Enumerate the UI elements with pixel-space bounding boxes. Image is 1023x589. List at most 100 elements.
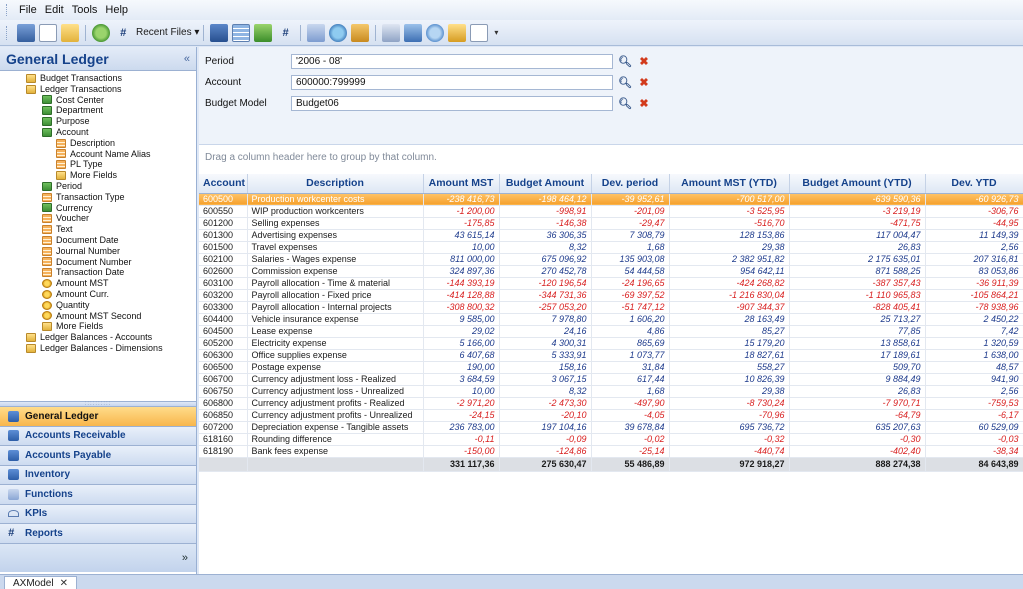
tree-item[interactable]: Transaction Date — [0, 267, 196, 278]
tree-icon[interactable] — [254, 23, 273, 42]
nav-button-inventory[interactable]: Inventory — [0, 465, 196, 485]
tree-item[interactable]: More Fields — [0, 321, 196, 332]
document-tab[interactable]: AXModel ✕ — [4, 576, 77, 589]
chart-icon[interactable] — [307, 23, 326, 42]
settings-icon[interactable] — [92, 23, 110, 42]
save-icon[interactable] — [210, 23, 229, 42]
table-row[interactable]: 618160 Rounding difference -0,11 -0,09 -0,02… — [199, 433, 1023, 446]
clear-icon[interactable]: ✖ — [637, 96, 651, 110]
tree-item[interactable]: Purpose — [0, 116, 196, 127]
tree-item[interactable]: Ledger Transactions — [0, 84, 196, 95]
column-header[interactable]: Dev. YTD — [925, 174, 1023, 194]
table-row[interactable]: 605200 Electricity expense 5 166,00 4 300,3… — [199, 337, 1023, 350]
budget-model-input[interactable]: Budget06 — [291, 95, 613, 111]
tree-item[interactable]: Amount Curr. — [0, 289, 196, 300]
tree-item[interactable]: Quantity — [0, 300, 196, 311]
table-row[interactable]: 600550 WIP production workcenters -1 200,0… — [199, 205, 1023, 218]
table-row[interactable]: 606700 Currency adjustment loss - Realize… — [199, 373, 1023, 386]
search-icon[interactable]: 🔍︎ — [618, 75, 632, 89]
tree-item[interactable]: Voucher — [0, 213, 196, 224]
tree-item[interactable]: Account — [0, 127, 196, 138]
column-header[interactable]: Budget Amount (YTD) — [789, 174, 926, 194]
table-row[interactable]: 607200 Depreciation expense - Tangible as… — [199, 421, 1023, 434]
key-icon[interactable] — [448, 23, 467, 42]
table-row[interactable]: 606850 Currency adjustment profits - Unre… — [199, 409, 1023, 422]
tree-item[interactable]: Amount MST — [0, 278, 196, 289]
menu-help[interactable]: Help — [101, 4, 132, 16]
tree-item[interactable]: More Fields — [0, 170, 196, 181]
table-row[interactable]: 602600 Commission expense 324 897,36 270 45… — [199, 265, 1023, 278]
table-row[interactable]: 603100 Payroll allocation - Time & materi… — [199, 277, 1023, 290]
tree-item[interactable]: Journal Number — [0, 246, 196, 257]
close-tab-icon[interactable]: ✕ — [60, 578, 68, 589]
table-row[interactable]: 602100 Salaries - Wages expense 811 000,00… — [199, 253, 1023, 266]
table-row[interactable]: 603300 Payroll allocation - Internal proj… — [199, 301, 1023, 314]
tree-item[interactable]: Currency — [0, 203, 196, 214]
tree-item[interactable]: Document Number — [0, 257, 196, 268]
tree-item[interactable]: Text — [0, 224, 196, 235]
recent-files-dropdown[interactable]: Recent Files ▾ — [136, 27, 199, 38]
model-icon[interactable] — [17, 23, 35, 42]
tree-item[interactable]: Description — [0, 138, 196, 149]
table-row[interactable]: 618190 Bank fees expense -150,00 -124,86 -25… — [199, 445, 1023, 458]
menu-file[interactable]: File — [15, 4, 41, 16]
report-hash-icon[interactable]: # — [114, 24, 132, 42]
tree-item[interactable]: Department — [0, 105, 196, 116]
help-doc-icon[interactable] — [470, 23, 489, 42]
period-input[interactable]: '2006 - 08' — [291, 53, 613, 69]
export-icon[interactable] — [351, 23, 370, 42]
tree-item[interactable]: PL Type — [0, 159, 196, 170]
menu-edit[interactable]: Edit — [41, 4, 68, 16]
calculator-icon[interactable] — [382, 23, 401, 42]
table-row[interactable]: 604400 Vehicle insurance expense 9 585,00 7… — [199, 313, 1023, 326]
menu-tools[interactable]: Tools — [68, 4, 102, 16]
table-row[interactable]: 601200 Selling expenses -175,85 -146,38 -29,… — [199, 217, 1023, 230]
group-by-panel[interactable]: Drag a column header here to group by th… — [199, 145, 1023, 171]
table-row[interactable]: 606800 Currency adjustment profits - Real… — [199, 397, 1023, 410]
tree-item[interactable]: Budget Transactions — [0, 73, 196, 84]
column-header[interactable]: Description — [247, 174, 424, 194]
nav-button-reports[interactable]: # Reports — [0, 524, 196, 544]
table-view-icon[interactable] — [232, 23, 251, 42]
column-header[interactable]: Dev. period — [591, 174, 670, 194]
tree-item[interactable]: Ledger Balances - Dimensions — [0, 343, 196, 354]
table-row[interactable]: 603200 Payroll allocation - Fixed price -4… — [199, 289, 1023, 302]
table-row[interactable]: 600500 Production workcenter costs -238 41… — [199, 193, 1023, 206]
tree-item[interactable]: Ledger Balances - Accounts — [0, 332, 196, 343]
globe-icon[interactable] — [329, 23, 348, 42]
open-folder-icon[interactable] — [61, 23, 79, 42]
tree-item[interactable]: Period — [0, 181, 196, 192]
nav-button-kpis[interactable]: KPIs — [0, 504, 196, 524]
tree-item[interactable]: Account Name Alias — [0, 149, 196, 160]
nav-button-accounts-payable[interactable]: Accounts Payable — [0, 446, 196, 466]
column-header[interactable]: Amount MST (YTD) — [669, 174, 790, 194]
column-header[interactable]: Account — [199, 174, 248, 194]
table-row[interactable]: 606750 Currency adjustment loss - Unreali… — [199, 385, 1023, 398]
search-icon[interactable]: 🔍︎ — [618, 96, 632, 110]
table-row[interactable]: 601500 Travel expenses 10,00 8,32 1,68 29,38 2… — [199, 241, 1023, 254]
table-row[interactable]: 606500 Postage expense 190,00 158,16 31,84 55… — [199, 361, 1023, 374]
filter-icon[interactable] — [404, 23, 423, 42]
report-icon[interactable]: # — [276, 24, 294, 42]
tree-item[interactable]: Amount MST Second — [0, 311, 196, 322]
tree-item[interactable]: Document Date — [0, 235, 196, 246]
search-icon[interactable]: 🔍︎ — [618, 54, 632, 68]
nav-button-accounts-receivable[interactable]: Accounts Receivable — [0, 426, 196, 446]
configure-buttons-icon[interactable]: » — [182, 552, 188, 564]
nav-button-functions[interactable]: Functions — [0, 485, 196, 505]
table-row[interactable]: 606300 Office supplies expense 6 407,68 5 3… — [199, 349, 1023, 362]
collapse-pane-icon[interactable]: « — [184, 53, 190, 65]
column-header[interactable]: Amount MST — [423, 174, 500, 194]
tree-item[interactable]: Cost Center — [0, 95, 196, 106]
tree-item[interactable]: Transaction Type — [0, 192, 196, 203]
clear-icon[interactable]: ✖ — [637, 75, 651, 89]
table-row[interactable]: 604500 Lease expense 29,02 24,16 4,86 85,27 77… — [199, 325, 1023, 338]
toolbar-overflow-icon[interactable]: ▾ — [492, 24, 500, 42]
refresh-icon[interactable] — [426, 23, 445, 42]
clear-icon[interactable]: ✖ — [637, 54, 651, 68]
column-header[interactable]: Budget Amount — [499, 174, 592, 194]
new-document-icon[interactable] — [39, 23, 57, 42]
table-row[interactable]: 601300 Advertising expenses 43 615,14 36 30… — [199, 229, 1023, 242]
nav-button-general-ledger[interactable]: General Ledger — [0, 407, 196, 427]
account-input[interactable]: 600000:799999 — [291, 74, 613, 90]
